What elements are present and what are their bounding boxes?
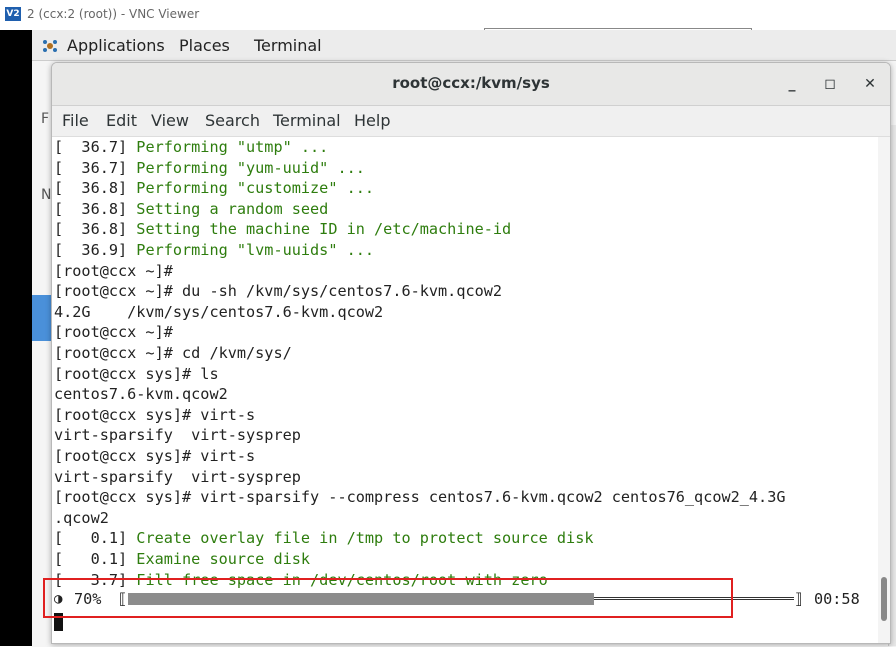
terminal-line: [root@ccx ~]# — [54, 322, 173, 343]
terminal-line-timestamp: [ 36.7] — [54, 158, 137, 177]
terminal-line-text: Examine source disk — [136, 550, 311, 568]
background-selected-row — [32, 295, 52, 341]
vnc-logo-icon: V2 — [5, 7, 21, 21]
terminal-titlebar[interactable]: root@ccx:/kvm/sys _ ◻ ✕ — [52, 63, 890, 106]
terminal-line-text: .qcow2 — [54, 508, 109, 527]
terminal-line-text: [root@ccx sys]# virt-s — [54, 405, 256, 424]
terminal-line-text: Performing "yum-uuid" ... — [136, 158, 365, 177]
close-button[interactable]: ✕ — [858, 72, 882, 96]
terminal-line: [ 0.1] Create overlay file in /tmp to pr… — [54, 528, 593, 549]
terminal-line: [root@ccx sys]# virt-s — [54, 405, 255, 426]
maximize-button[interactable]: ◻ — [818, 72, 842, 96]
menu-search[interactable]: Search — [205, 111, 260, 130]
minimize-button[interactable]: _ — [780, 72, 804, 96]
terminal-line-text: 4.2G /kvm/sys/centos7.6-kvm.qcow2 — [54, 302, 384, 321]
terminal-line: [ 36.8] Setting a random seed — [54, 199, 328, 220]
terminal-line: [root@ccx sys]# virt-sparsify --compress… — [54, 487, 786, 508]
terminal-menubar: File Edit View Search Terminal Help — [52, 106, 890, 137]
terminal-window: root@ccx:/kvm/sys _ ◻ ✕ File Edit View S… — [51, 62, 891, 644]
panel-applications-menu[interactable]: Applications — [67, 36, 165, 55]
vnc-left-margin — [0, 30, 32, 646]
terminal-line-text: [root@ccx sys]# ls — [54, 364, 219, 383]
terminal-line: [root@ccx sys]# ls — [54, 364, 219, 385]
background-window-fragment: F — [41, 111, 50, 127]
terminal-line-timestamp: [ 36.8] — [54, 179, 137, 198]
terminal-line-timestamp: [ 0.1] — [54, 550, 137, 568]
terminal-line-text: Create overlay file in /tmp to protect s… — [136, 529, 594, 548]
terminal-line-text: Setting a random seed — [136, 199, 329, 218]
terminal-output[interactable]: ◑ 70% ⟦ ⟧ 00:58 [ 36.7] Performing "utmp… — [52, 137, 878, 643]
terminal-line-text: centos7.6-kvm.qcow2 — [54, 385, 228, 404]
menu-file[interactable]: File — [62, 111, 89, 130]
menu-edit[interactable]: Edit — [106, 111, 137, 130]
progress-bracket-right: ⟧ — [794, 590, 804, 608]
terminal-line-text: [root@ccx ~]# — [54, 323, 173, 342]
terminal-line: [ 36.8] Performing "customize" ... — [54, 178, 374, 199]
terminal-line: [ 36.7] Performing "yum-uuid" ... — [54, 158, 365, 179]
terminal-line-text: [root@ccx sys]# virt-sparsify --compress… — [54, 488, 786, 507]
terminal-line-timestamp: [ 36.9] — [54, 241, 137, 259]
background-window-fragment: N — [41, 187, 52, 203]
terminal-line: 4.2G /kvm/sys/centos7.6-kvm.qcow2 — [54, 302, 383, 323]
terminal-line-timestamp: [ 0.1] — [54, 529, 137, 548]
terminal-line: centos7.6-kvm.qcow2 — [54, 384, 228, 405]
terminal-line: [root@ccx ~]# cd /kvm/sys/ — [54, 343, 292, 364]
terminal-line-timestamp: [ 36.7] — [54, 138, 137, 156]
terminal-line-text: Performing "customize" ... — [136, 179, 375, 198]
vnc-title-bar: V2 2 (ccx:2 (root)) - VNC Viewer — [0, 0, 896, 33]
gnome-top-panel: Applications Places Terminal — [32, 30, 896, 60]
terminal-line: [root@ccx sys]# virt-s — [54, 446, 255, 467]
terminal-line-text: virt-sparsify virt-sysprep — [54, 467, 301, 486]
panel-places-menu[interactable]: Places — [179, 36, 230, 55]
terminal-line: virt-sparsify virt-sysprep — [54, 467, 301, 488]
terminal-title: root@ccx:/kvm/sys — [392, 74, 550, 92]
terminal-line: [root@ccx ~]# — [54, 261, 173, 282]
terminal-line: [ 36.8] Setting the machine ID in /etc/m… — [54, 219, 511, 240]
menu-help[interactable]: Help — [354, 111, 390, 130]
terminal-line-text: virt-sparsify virt-sysprep — [54, 426, 301, 445]
terminal-line-timestamp: [ 36.8] — [54, 199, 137, 218]
menu-view[interactable]: View — [151, 111, 189, 130]
terminal-line-text: Performing "utmp" ... — [136, 138, 329, 156]
annotation-highlight-box — [43, 578, 733, 618]
terminal-line: [ 36.7] Performing "utmp" ... — [54, 137, 328, 158]
progress-elapsed-time: 00:58 — [814, 590, 860, 608]
terminal-scrollbar[interactable] — [878, 137, 890, 643]
terminal-line-text: [root@ccx ~]# — [54, 261, 173, 280]
terminal-line: [root@ccx ~]# du -sh /kvm/sys/centos7.6-… — [54, 281, 502, 302]
panel-terminal-menu[interactable]: Terminal — [254, 36, 322, 55]
vnc-window-title: 2 (ccx:2 (root)) - VNC Viewer — [27, 7, 200, 21]
terminal-line: [ 36.9] Performing "lvm-uuids" ... — [54, 240, 374, 261]
terminal-line-text: Performing "lvm-uuids" ... — [136, 241, 375, 259]
terminal-line: [ 0.1] Examine source disk — [54, 549, 310, 570]
terminal-line: virt-sparsify virt-sysprep — [54, 425, 301, 446]
terminal-line-text: [root@ccx ~]# du -sh /kvm/sys/centos7.6-… — [54, 282, 503, 301]
menu-terminal[interactable]: Terminal — [273, 111, 341, 130]
terminal-line-text: [root@ccx ~]# cd /kvm/sys/ — [54, 344, 292, 362]
terminal-line-timestamp: [ 36.8] — [54, 220, 137, 239]
scrollbar-thumb[interactable] — [881, 577, 887, 621]
terminal-line: .qcow2 — [54, 508, 109, 529]
applications-icon — [43, 40, 57, 52]
terminal-line-text: Setting the machine ID in /etc/machine-i… — [136, 220, 512, 239]
terminal-line-text: [root@ccx sys]# virt-s — [54, 447, 256, 465]
